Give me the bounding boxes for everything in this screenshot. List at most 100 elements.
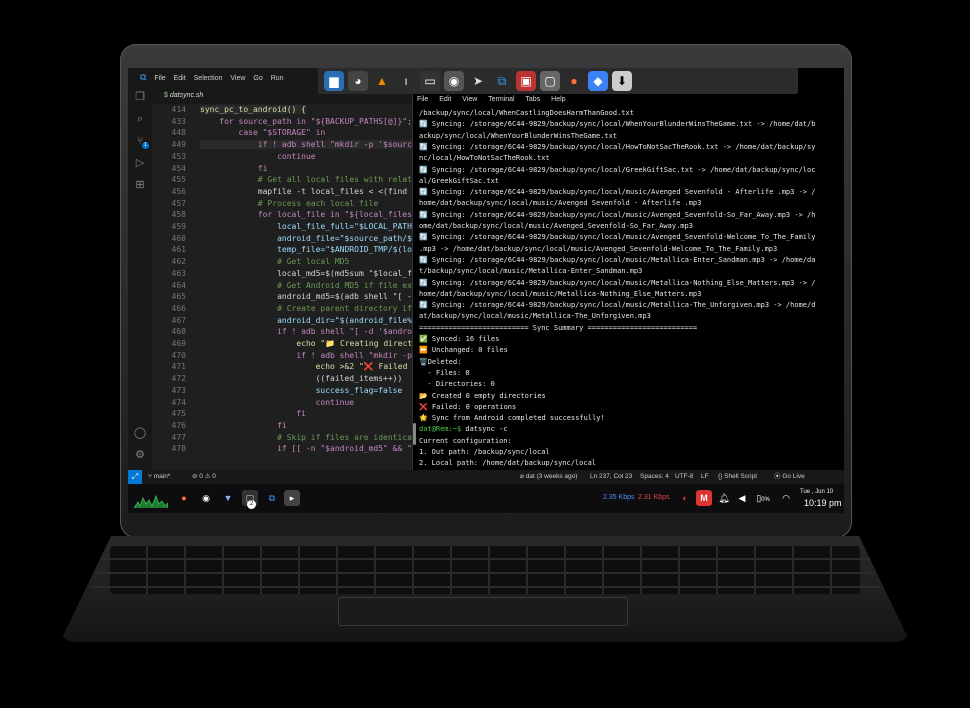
- code-line: # Get all local files with relative pa: [200, 175, 441, 185]
- cursor-position[interactable]: Ln 237, Col 23: [590, 470, 632, 484]
- term-menu-file[interactable]: File: [417, 96, 428, 103]
- terminal-line: 🔄 Syncing: /storage/6C44-9829/backup/syn…: [419, 278, 816, 287]
- window-task-icon[interactable]: ▢ 2: [242, 490, 258, 509]
- terminal-line: home/dat/backup/sync/local/music/Avenged…: [419, 199, 702, 208]
- vscode-task-icon[interactable]: ⧉: [264, 490, 280, 506]
- eol-status[interactable]: LF: [701, 470, 709, 484]
- mail-icon[interactable]: M: [696, 490, 712, 506]
- remote-indicator[interactable]: ⤢: [128, 470, 142, 484]
- config-line: 2. Local path: /home/dat/backup/sync/loc…: [419, 459, 597, 468]
- terminal-line: al/GreekGiftSac.txt: [419, 176, 500, 185]
- download-icon[interactable]: ⬇: [612, 71, 632, 91]
- battery-icon[interactable]: ▯0%: [752, 490, 774, 506]
- terminal-line: ========================== Sync Summary …: [419, 323, 698, 332]
- account-icon[interactable]: ◯: [128, 422, 152, 444]
- line-number: 454: [171, 163, 186, 173]
- gear-icon[interactable]: ⚙: [128, 444, 152, 466]
- wifi-icon[interactable]: ◠: [778, 490, 794, 506]
- clock-date[interactable]: Tue , Jun 10: [800, 489, 833, 495]
- terminal-line: 🔄 Syncing: /storage/6C44-9829/backup/syn…: [419, 120, 816, 129]
- terminal-line: 🔄 Syncing: /storage/6C44-9829/backup/syn…: [419, 142, 816, 151]
- files-icon[interactable]: ▆: [324, 71, 344, 91]
- bell-icon[interactable]: 🔔︎: [716, 490, 732, 506]
- code-line: mapfile -t local_files < <(find "$LOCA: [200, 186, 441, 196]
- screen-icon[interactable]: ▭: [420, 71, 440, 91]
- record-icon[interactable]: ◖: [676, 490, 692, 506]
- terminal-line: 🔄 Syncing: /storage/6C44-9829/backup/syn…: [419, 210, 816, 219]
- app-icon[interactable]: ▢: [540, 71, 560, 91]
- code-line: temp_file="$ANDROID_TMP/$(local_fil: [200, 245, 446, 255]
- chrome-task-icon[interactable]: ◉: [198, 490, 214, 506]
- terminal-line: t/backup/sync/local/music/Metallica-Ente…: [419, 267, 643, 276]
- vlc-icon[interactable]: ▲: [372, 71, 392, 91]
- line-number: 472: [171, 374, 186, 384]
- vscode-dock-icon[interactable]: ⧉: [492, 71, 512, 91]
- line-number: 471: [171, 362, 186, 372]
- terminal-line: at/backup/sync/local/music/Metallica-The…: [419, 312, 651, 321]
- terminal-line: ✅ Synced: 16 files: [419, 335, 500, 343]
- firefox-icon[interactable]: ●: [564, 71, 584, 91]
- blame-status[interactable]: ⌀ dat (3 weeks ago): [520, 470, 577, 484]
- color-wheel-icon[interactable]: ◕: [348, 71, 368, 91]
- terminal-output[interactable]: /backup/sync/local/WhenCastlingDoesHarmT…: [419, 108, 843, 468]
- code-line: if ! adb shell "[ -d '$android_dir: [200, 327, 441, 337]
- code-line: echo "📁 Creating directory: $: [200, 339, 442, 348]
- source-control-icon[interactable]: ⑂ 1: [128, 130, 152, 152]
- terminal-scrollbar[interactable]: [413, 423, 416, 445]
- language-status[interactable]: {} Shell Script: [718, 470, 757, 484]
- firefox-task-icon[interactable]: ●: [176, 490, 192, 506]
- term-menu-help[interactable]: Help: [551, 96, 565, 103]
- window-badge: 2: [247, 500, 256, 509]
- line-number: 469: [171, 339, 186, 348]
- volume-icon[interactable]: ◀: [734, 490, 750, 506]
- archive-icon[interactable]: ▣: [516, 71, 536, 91]
- code-editor[interactable]: 414 sync_pc_to_android() {433 for source_…: [152, 104, 595, 470]
- tab-datsync[interactable]: $ datsync.sh: [164, 88, 203, 104]
- config-line: 1. Out path: /backup/sync/local: [419, 448, 550, 456]
- trackpad[interactable]: [338, 597, 628, 626]
- vscode-logo-icon: ⧉: [140, 72, 147, 82]
- branch-status[interactable]: ⑂ main*: [148, 470, 170, 484]
- encoding-status[interactable]: UTF-8: [675, 470, 693, 484]
- term-menu-tabs[interactable]: Tabs: [525, 96, 540, 103]
- terminal-line: ackup/sync/local/WhenYourBlunderWinsTheG…: [419, 131, 618, 140]
- line-number: 477: [171, 432, 186, 442]
- terminal-window[interactable]: File Edit View Terminal Tabs Help /backu…: [412, 68, 844, 470]
- explorer-icon[interactable]: ❐: [128, 86, 152, 108]
- golive-button[interactable]: ⦿ Go Live: [774, 470, 805, 484]
- extensions-icon[interactable]: ⊞: [128, 174, 152, 196]
- line-number: 461: [171, 245, 186, 255]
- line-number: 468: [171, 327, 186, 337]
- search-icon[interactable]: ⌕: [128, 108, 152, 130]
- line-number: 475: [171, 409, 186, 419]
- term-menu-view[interactable]: View: [462, 96, 477, 103]
- taskbar: ● ◉ ▼ ▢ 2 ⧉ ▸ 2.35 Kbps 2.31 Kbps ◖ M 🔔︎ …: [128, 484, 844, 513]
- line-number: 463: [171, 268, 186, 278]
- code-line: android_file="$source_path/$local_f: [200, 233, 446, 243]
- line-number: 473: [171, 385, 186, 395]
- line-number: 474: [171, 397, 186, 407]
- clock-time[interactable]: 10:19 pm: [804, 498, 842, 508]
- terminal-line: /backup/sync/local/WhenCastlingDoesHarmT…: [419, 109, 634, 117]
- term-menu-edit[interactable]: Edit: [439, 96, 451, 103]
- activity-bar: ❐ ⌕ ⑂ 1 ▷ ⊞ ◯ ⚙: [128, 86, 152, 470]
- tab-label: datsync.sh: [169, 92, 204, 99]
- terminal-line: nc/local/HowToNotSacTheRook.txt: [419, 154, 550, 163]
- bot-icon[interactable]: ◆: [588, 71, 608, 91]
- term-menu-terminal[interactable]: Terminal: [488, 96, 514, 103]
- inkpen-icon[interactable]: ı: [396, 71, 416, 91]
- pen-icon[interactable]: ➤: [468, 71, 488, 91]
- code-line: ((failed_items++)): [200, 374, 403, 384]
- cpu-graph: [134, 494, 168, 508]
- run-debug-icon[interactable]: ▷: [128, 152, 152, 174]
- line-number: 466: [171, 303, 186, 313]
- terminal-line: - Files: 0: [419, 368, 470, 377]
- code-line: android_dir="$(android_file%/*)": [200, 315, 432, 325]
- indent-status[interactable]: Spaces: 4: [640, 470, 669, 484]
- code-line: local_file_full="$LOCAL_PATH/$local: [200, 222, 446, 231]
- chrome-icon[interactable]: ◉: [444, 71, 464, 91]
- terminal-task-icon[interactable]: ▸: [284, 490, 300, 506]
- code-line: for source_path in "${BACKUP_PATHS[@]}";…: [200, 116, 422, 126]
- vector-task-icon[interactable]: ▼: [220, 490, 236, 506]
- problems-status[interactable]: ⊘ 0 ⚠ 0: [192, 470, 216, 484]
